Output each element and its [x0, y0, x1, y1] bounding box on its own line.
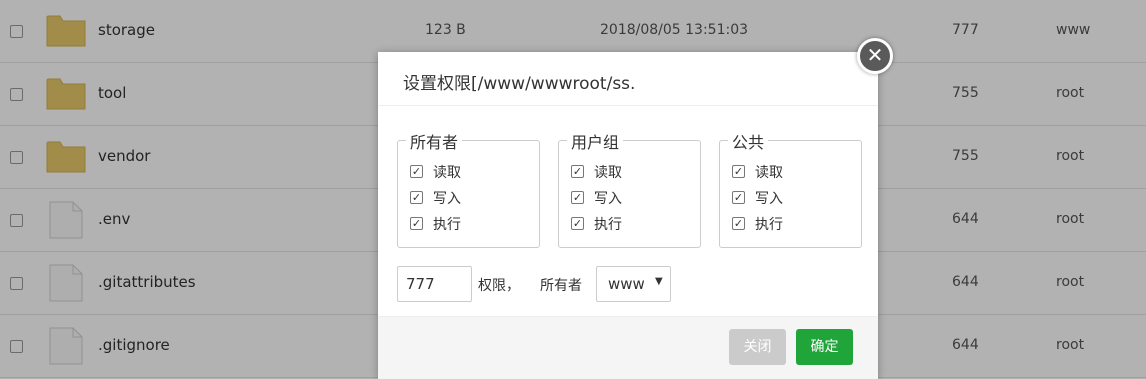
- owner-select[interactable]: www ▼: [596, 266, 671, 302]
- dropdown-arrow-icon: ▼: [655, 276, 663, 287]
- checkbox-checked-icon[interactable]: ✓: [732, 165, 745, 178]
- option-label: 读取: [755, 165, 783, 181]
- option-label: 读取: [594, 165, 622, 181]
- checkbox-checked-icon[interactable]: ✓: [571, 217, 584, 230]
- owner-label: 所有者: [540, 278, 582, 294]
- close-icon[interactable]: ✕: [857, 38, 893, 74]
- owner-permission-group: 所有者 ✓ 读取 ✓ 写入 ✓ 执行: [397, 129, 540, 248]
- checkbox-checked-icon[interactable]: ✓: [571, 191, 584, 204]
- option-label: 写入: [755, 191, 783, 207]
- group-permission-group: 用户组 ✓ 读取 ✓ 写入 ✓ 执行: [558, 129, 701, 248]
- option-label: 写入: [433, 191, 461, 207]
- confirm-button[interactable]: 确定: [796, 329, 853, 365]
- dialog-header: 设置权限[/www/wwwroot/ss.: [378, 52, 878, 106]
- group-legend: 所有者: [406, 129, 463, 153]
- checkbox-checked-icon[interactable]: ✓: [410, 191, 423, 204]
- public-permission-group: 公共 ✓ 读取 ✓ 写入 ✓ 执行: [719, 129, 862, 248]
- option-label: 读取: [433, 165, 461, 181]
- group-legend: 公共: [728, 129, 769, 153]
- permission-dialog: 设置权限[/www/wwwroot/ss. 所有者 ✓ 读取 ✓ 写入 ✓ 执行 用户…: [378, 52, 878, 379]
- option-label: 执行: [433, 217, 461, 233]
- permission-label: 权限，: [478, 278, 520, 294]
- dialog-footer: 关闭 确定: [378, 316, 878, 379]
- group-legend: 用户组: [567, 129, 624, 153]
- option-label: 执行: [755, 217, 783, 233]
- owner-select-value: www: [608, 275, 645, 293]
- permission-value-input[interactable]: 777: [397, 266, 472, 302]
- checkbox-checked-icon[interactable]: ✓: [571, 165, 584, 178]
- checkbox-checked-icon[interactable]: ✓: [410, 165, 423, 178]
- close-button[interactable]: 关闭: [729, 329, 786, 365]
- option-label: 执行: [594, 217, 622, 233]
- option-label: 写入: [594, 191, 622, 207]
- dialog-title: 设置权限[/www/wwwroot/ss.: [403, 74, 636, 94]
- checkbox-checked-icon[interactable]: ✓: [410, 217, 423, 230]
- checkbox-checked-icon[interactable]: ✓: [732, 191, 745, 204]
- redacted-path: [646, 69, 782, 90]
- checkbox-checked-icon[interactable]: ✓: [732, 217, 745, 230]
